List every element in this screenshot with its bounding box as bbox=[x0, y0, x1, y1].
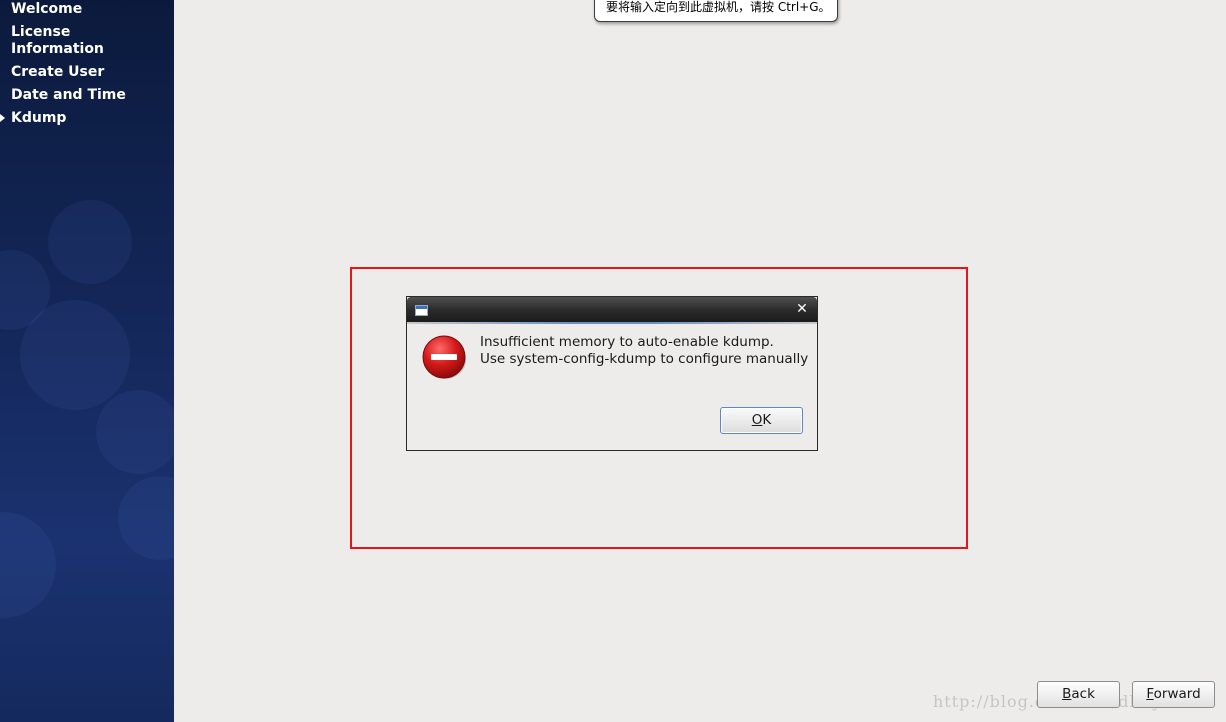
message-line-2: Use system-config-kdump to configure man… bbox=[480, 351, 809, 367]
dialog-message: Insufficient memory to auto-enable kdump… bbox=[480, 334, 808, 368]
sidebar-decoration bbox=[96, 390, 174, 474]
sidebar: Welcome License Information Create User … bbox=[0, 0, 174, 722]
dialog-titlebar[interactable]: ✕ bbox=[407, 297, 817, 322]
back-button[interactable]: Back bbox=[1037, 681, 1120, 708]
sidebar-decoration bbox=[48, 200, 132, 284]
sidebar-item-welcome: Welcome bbox=[11, 1, 83, 17]
message-line-1: Insufficient memory to auto-enable kdump… bbox=[480, 334, 774, 350]
sidebar-item-create-user: Create User bbox=[11, 64, 105, 80]
error-dialog: ✕ Insufficient memory to auto-enable kdu… bbox=[406, 296, 818, 451]
sidebar-decoration bbox=[0, 512, 56, 618]
sidebar-item-license-information: License Information bbox=[11, 24, 104, 57]
window-icon bbox=[415, 305, 428, 316]
sidebar-decoration bbox=[20, 300, 130, 410]
sidebar-decoration bbox=[118, 476, 174, 560]
forward-label-rest: orward bbox=[1153, 686, 1201, 702]
ok-button[interactable]: OK bbox=[720, 407, 803, 434]
forward-button[interactable]: Forward bbox=[1132, 681, 1215, 708]
vm-input-tooltip: 要将输入定向到此虚拟机，请按 Ctrl+G。 bbox=[594, 0, 838, 22]
error-icon bbox=[422, 335, 466, 379]
sidebar-item-date-and-time: Date and Time bbox=[11, 87, 126, 103]
back-mnemonic: B bbox=[1062, 686, 1072, 702]
back-label-rest: ack bbox=[1071, 686, 1095, 702]
close-icon[interactable]: ✕ bbox=[796, 302, 808, 316]
sidebar-item-kdump: Kdump bbox=[11, 110, 67, 126]
ok-mnemonic: O bbox=[751, 412, 763, 428]
titlebar-accent-line bbox=[407, 322, 817, 324]
forward-mnemonic: F bbox=[1146, 686, 1154, 702]
current-step-arrow-icon bbox=[0, 114, 5, 122]
ok-label-rest: K bbox=[762, 412, 772, 428]
